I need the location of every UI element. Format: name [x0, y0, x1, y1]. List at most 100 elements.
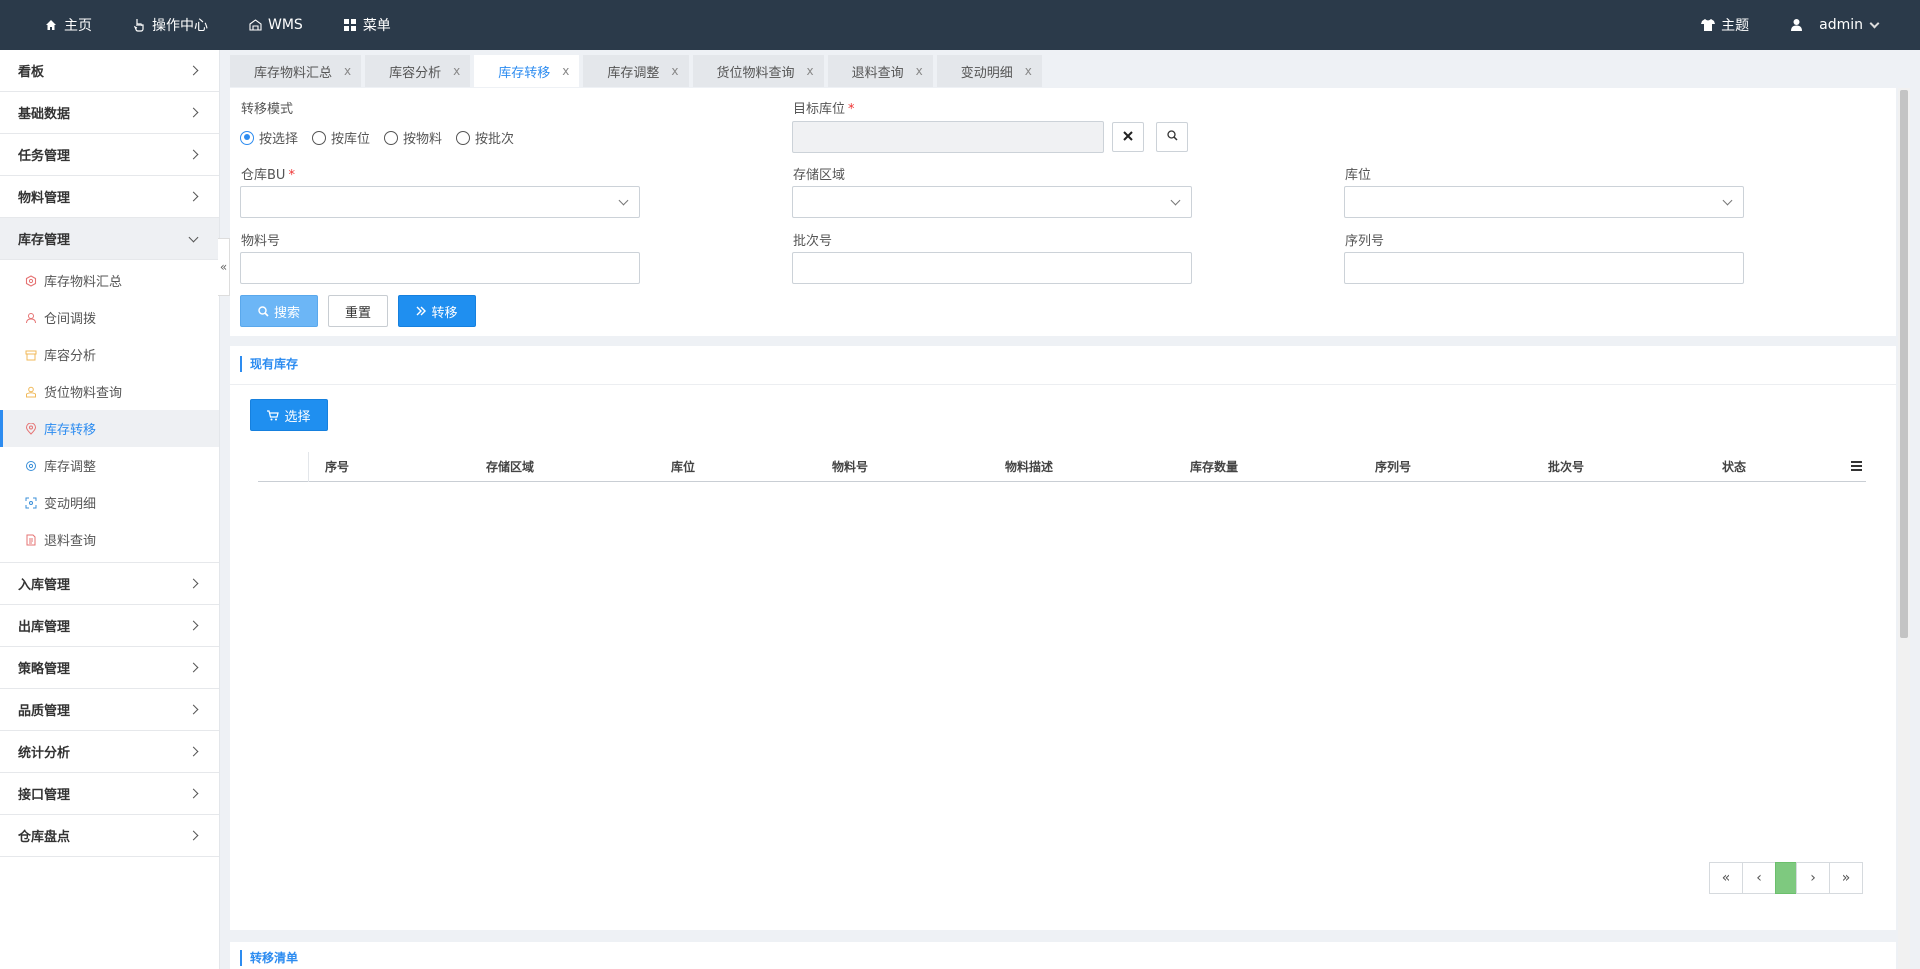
nav-user-label: admin — [1819, 17, 1863, 33]
storage-area-select[interactable] — [792, 186, 1192, 218]
hexagon-icon — [24, 274, 38, 288]
next-page-button[interactable]: › — [1796, 862, 1830, 894]
sidebar-group-stocktaking[interactable]: 仓库盘点 — [0, 815, 219, 857]
sidebar-item-label: 退料查询 — [44, 534, 97, 549]
last-page-button[interactable]: » — [1829, 862, 1863, 894]
tab-capacity[interactable]: 库容分析 x — [365, 55, 471, 87]
radio-circle — [456, 130, 471, 145]
close-icon[interactable]: x — [671, 64, 678, 78]
radio-by-selection[interactable]: 按选择 — [240, 128, 298, 147]
column-header-area[interactable]: 存储区域 — [486, 452, 534, 482]
warehouse-bu-select[interactable] — [240, 186, 640, 218]
serial-no-input[interactable] — [1344, 252, 1744, 284]
tab-stock-summary[interactable]: 库存物料汇总 x — [230, 55, 362, 87]
column-header-material-desc[interactable]: 物料描述 — [1005, 452, 1053, 482]
sidebar-group-dashboard[interactable]: 看板 — [0, 50, 219, 92]
nav-ops-center[interactable]: 操作中心 — [132, 15, 208, 35]
radio-by-material[interactable]: 按物料 — [384, 128, 442, 147]
nav-home[interactable]: 主页 — [44, 15, 92, 35]
column-menu-icon[interactable] — [1851, 461, 1862, 473]
warehouse-bu-label-text: 仓库BU — [241, 168, 286, 183]
user-icon — [1789, 18, 1803, 32]
sidebar-group-label: 仓库盘点 — [18, 830, 71, 845]
location-select[interactable] — [1344, 186, 1744, 218]
close-icon[interactable]: x — [344, 64, 351, 78]
reset-button[interactable]: 重置 — [328, 295, 388, 327]
radio-by-batch[interactable]: 按批次 — [456, 128, 514, 147]
sidebar-group-inbound[interactable]: 入库管理 — [0, 563, 219, 605]
sidebar-group-material[interactable]: 物料管理 — [0, 176, 219, 218]
nav-ops-center-label: 操作中心 — [152, 18, 208, 34]
current-stock-title: 现有库存 — [240, 356, 298, 372]
sidebar-group-outbound[interactable]: 出库管理 — [0, 605, 219, 647]
column-header-batch-no[interactable]: 批次号 — [1548, 452, 1584, 482]
close-icon[interactable]: x — [807, 64, 814, 78]
tab-change-detail[interactable]: 变动明细 x — [936, 55, 1042, 87]
sidebar-group-strategy[interactable]: 策略管理 — [0, 647, 219, 689]
select-all-cell[interactable] — [258, 452, 309, 482]
column-header-index[interactable]: 序号 — [325, 452, 349, 482]
sidebar-item-return-query[interactable]: 退料查询 — [0, 521, 219, 558]
close-icon[interactable]: x — [1025, 64, 1032, 78]
sidebar-item-capacity[interactable]: 库容分析 — [0, 336, 219, 373]
material-no-input[interactable] — [240, 252, 640, 284]
select-button[interactable]: 选择 — [250, 399, 328, 431]
sidebar-group-quality[interactable]: 品质管理 — [0, 689, 219, 731]
tab-stock-adjust[interactable]: 库存调整 x — [583, 55, 689, 87]
prev-page-button[interactable]: ‹ — [1742, 862, 1776, 894]
chevron-left-icon: ‹ — [1756, 870, 1762, 886]
tab-stock-transfer[interactable]: 库存转移 x — [474, 55, 580, 87]
tab-label: 库存调整 — [607, 65, 660, 81]
tab-return-query[interactable]: 退料查询 x — [827, 55, 933, 87]
sidebar-item-transfer-between[interactable]: 仓间调拨 — [0, 299, 219, 336]
sidebar-item-stock-adjust[interactable]: 库存调整 — [0, 447, 219, 484]
material-no-label: 物料号 — [241, 234, 281, 249]
transfer-button[interactable]: 转移 — [398, 295, 476, 327]
sidebar-group-statistics[interactable]: 统计分析 — [0, 731, 219, 773]
page-scrollbar[interactable] — [1898, 88, 1910, 969]
clear-target-button[interactable] — [1112, 122, 1144, 152]
column-header-status[interactable]: 状态 — [1722, 452, 1746, 482]
sidebar-item-change-detail[interactable]: 变动明细 — [0, 484, 219, 521]
tab-location-query[interactable]: 货位物料查询 x — [692, 55, 824, 87]
sidebar-group-interface[interactable]: 接口管理 — [0, 773, 219, 815]
current-page-button[interactable] — [1775, 862, 1797, 894]
scrollbar-thumb[interactable] — [1900, 90, 1908, 638]
search-target-button[interactable] — [1156, 122, 1188, 152]
sidebar-item-stock-transfer[interactable]: 库存转移 — [0, 410, 219, 447]
column-header-quantity[interactable]: 库存数量 — [1190, 452, 1238, 482]
target-location-input[interactable] — [792, 121, 1104, 153]
nav-wms[interactable]: WMS — [248, 17, 303, 33]
sidebar-group-task[interactable]: 任务管理 — [0, 134, 219, 176]
chevron-right-icon — [188, 620, 199, 631]
close-icon[interactable]: x — [916, 64, 923, 78]
column-header-serial-no[interactable]: 序列号 — [1375, 452, 1411, 482]
sidebar-group-basic-data[interactable]: 基础数据 — [0, 92, 219, 134]
nav-user[interactable]: admin — [1789, 17, 1880, 33]
sidebar-collapse-button[interactable]: « — [218, 238, 230, 296]
first-page-button[interactable]: « — [1709, 862, 1743, 894]
nav-home-label: 主页 — [64, 18, 92, 34]
sidebar-group-label: 接口管理 — [18, 788, 71, 803]
chevron-right-icon — [188, 191, 199, 202]
column-header-material-no[interactable]: 物料号 — [832, 452, 868, 482]
batch-no-input[interactable] — [792, 252, 1192, 284]
chevron-right-icon — [188, 149, 199, 160]
sidebar-item-stock-summary[interactable]: 库存物料汇总 — [0, 262, 219, 299]
column-header-location[interactable]: 库位 — [671, 452, 695, 482]
nav-menu[interactable]: 菜单 — [343, 15, 391, 35]
chevron-down-icon — [188, 232, 199, 242]
search-button[interactable]: 搜索 — [240, 295, 318, 327]
close-icon[interactable]: x — [562, 64, 569, 78]
nav-theme-label: 主题 — [1721, 18, 1750, 34]
sidebar-group-inventory[interactable]: 库存管理 — [0, 218, 219, 260]
radio-label: 按物料 — [403, 132, 443, 147]
radio-by-location[interactable]: 按库位 — [312, 128, 370, 147]
sidebar-group-label: 出库管理 — [18, 620, 71, 635]
required-mark: * — [848, 102, 855, 117]
radio-label: 按选择 — [259, 132, 299, 147]
close-icon[interactable]: x — [453, 64, 460, 78]
nav-theme[interactable]: 主题 — [1701, 15, 1749, 35]
sidebar-item-location-query[interactable]: 货位物料查询 — [0, 373, 219, 410]
tab-label: 库存转移 — [498, 65, 551, 81]
